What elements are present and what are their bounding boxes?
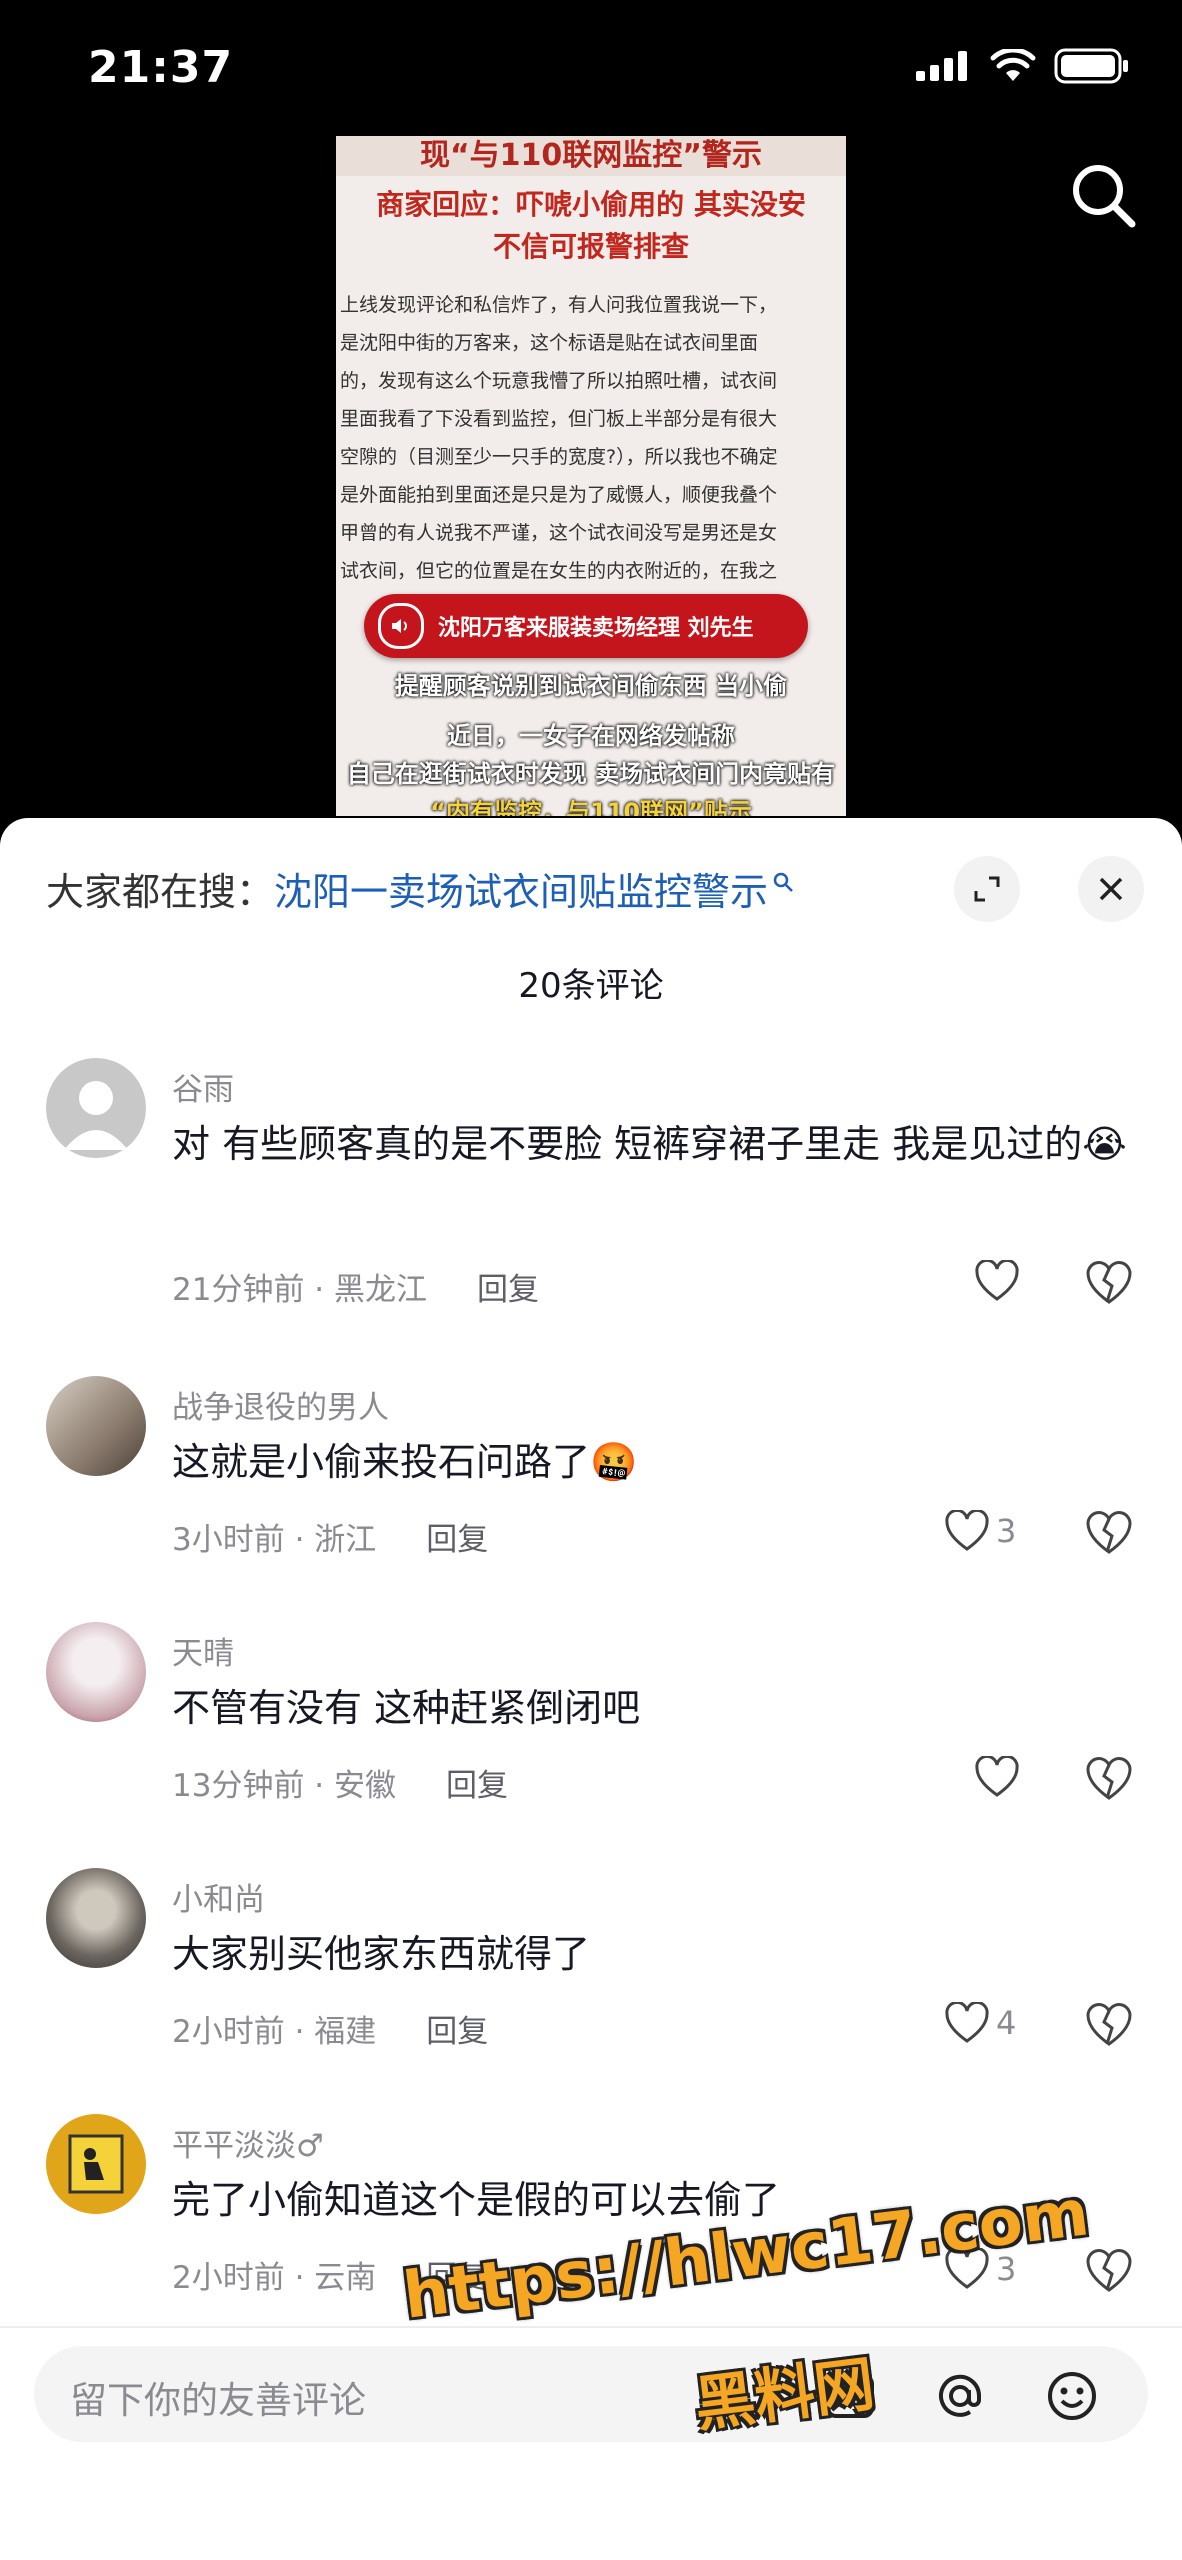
avatar[interactable] — [46, 1376, 146, 1476]
video-text-line: 上线发现评论和私信炸了，有人问我位置我说一下， — [340, 294, 778, 316]
video-text-line: 的，发现有这么个玩意我懵了所以拍照吐槽，试衣间 — [340, 370, 778, 392]
speaker-icon — [378, 603, 424, 649]
close-button[interactable] — [1078, 856, 1144, 922]
reply-button[interactable]: 回复 — [426, 2260, 488, 2296]
video-subtitle: 提醒顾客说别到试衣间偷东西 当小偷 — [394, 672, 788, 700]
comment-text: 不管有没有 这种赶紧倒闭吧 — [172, 1686, 641, 1730]
comment-sheet: 大家都在搜： 沈阳一卖场试衣间贴监控警示 20条评论 谷雨 对 有些顾客真的是不… — [0, 818, 1182, 2560]
video-subtitle-highlight: “内有监控，与110联网”贴示 — [430, 798, 752, 816]
comment-time: 13分钟前 — [172, 1768, 305, 1804]
comment-time: 2小时前 — [172, 2014, 285, 2050]
status-icons — [916, 48, 1130, 84]
comment-meta: 2小时前 · 福建 回复 — [172, 2014, 489, 2050]
comment-meta: 21分钟前 · 黑龙江 回复 — [172, 1272, 540, 1308]
wifi-icon — [990, 49, 1036, 81]
like-count: 4 — [996, 2004, 1017, 2042]
search-icon — [773, 872, 793, 892]
expand-button[interactable] — [954, 856, 1020, 922]
video-headline: 现“与110联网监控”警示 — [336, 136, 846, 176]
video-subtitle: 自己在逛街试衣时发现 卖场试衣间门内竟贴有 — [346, 760, 836, 788]
emoji-icon[interactable] — [1044, 2368, 1100, 2424]
speaker-banner: 沈阳万客来服装卖场经理 刘先生 — [364, 594, 808, 658]
heart-icon — [975, 1756, 1019, 1797]
video-text-line: 空隙的（目测至少一只手的宽度?），所以我也不确定 — [340, 446, 778, 468]
like-button[interactable]: 3 — [944, 2248, 1016, 2290]
reply-button[interactable]: 回复 — [426, 2014, 488, 2050]
video-text-line: 里面我看了下没看到监控，但门板上半部分是有很大 — [340, 408, 778, 430]
video-subtitle: 近日，一女子在网络发帖称 — [447, 722, 735, 750]
comment-meta: 13分钟前 · 安徽 回复 — [172, 1768, 509, 1804]
heart-icon — [945, 2002, 989, 2043]
close-icon — [1099, 877, 1123, 901]
video-text-line: 是沈阳中街的万客来，这个标语是贴在试衣间里面 — [340, 332, 759, 354]
like-button[interactable]: 3 — [944, 1510, 1016, 1552]
broken-heart-icon[interactable] — [1084, 2246, 1134, 2296]
cellular-signal-icon — [916, 51, 967, 81]
broken-heart-icon[interactable] — [1084, 1258, 1134, 1308]
comment-region: 黑龙江 — [334, 1272, 428, 1308]
comment-time: 2小时前 — [172, 2260, 285, 2296]
like-count: 3 — [996, 1512, 1017, 1550]
speaker-banner-label: 沈阳万客来服装卖场经理 刘先生 — [438, 616, 754, 641]
like-button[interactable] — [974, 1756, 1026, 1798]
image-icon[interactable] — [822, 2368, 878, 2424]
comment-text: 对 有些顾客真的是不要脸 短裤穿裙子里走 我是见过的😭 — [172, 1122, 1127, 1166]
comment-region: 安徽 — [334, 1768, 397, 1804]
comment-username[interactable]: 小和尚 — [172, 1874, 265, 1919]
trending-search-prefix: 大家都在搜： — [46, 869, 275, 914]
reply-button[interactable]: 回复 — [446, 1768, 508, 1804]
comment-username[interactable]: 天晴 — [172, 1628, 234, 1673]
broken-heart-icon[interactable] — [1084, 1754, 1134, 1804]
comment-time: 3小时前 — [172, 1522, 285, 1558]
avatar[interactable] — [46, 1622, 146, 1722]
heart-icon — [945, 2248, 989, 2289]
comment-region: 福建 — [314, 2014, 377, 2050]
comment-username[interactable]: 平平淡淡♂ — [172, 2120, 324, 2165]
video-text-line: 甲曾的有人说我不严谨，这个试衣间没写是男还是女 — [340, 522, 778, 544]
video-headline-reply: 商家回应：吓唬小偷用的 其实没安 不信可报警排查 — [336, 184, 846, 268]
divider — [0, 2326, 1182, 2328]
video-player[interactable]: 现“与110联网监控”警示 商家回应：吓唬小偷用的 其实没安 不信可报警排查 上… — [336, 136, 846, 816]
trending-search-link[interactable]: 沈阳一卖场试衣间贴监控警示 — [274, 861, 768, 916]
heart-icon — [975, 1260, 1019, 1301]
comment-input[interactable]: 留下你的友善评论 — [34, 2346, 1148, 2442]
video-headline-reply-line: 不信可报警排查 — [492, 230, 689, 263]
comment-username[interactable]: 谷雨 — [172, 1064, 234, 1109]
broken-heart-icon[interactable] — [1084, 2000, 1134, 2050]
like-button[interactable]: 4 — [944, 2002, 1016, 2044]
comment-text: 这就是小偷来投石问路了🤬 — [172, 1440, 638, 1484]
comment-username[interactable]: 战争退役的男人 — [172, 1382, 389, 1427]
battery-icon — [1054, 48, 1128, 84]
avatar[interactable] — [46, 1058, 146, 1158]
comment-text: 完了小偷知道这个是假的可以去偷了 — [172, 2178, 781, 2222]
avatar[interactable] — [46, 2114, 146, 2214]
comment-region: 浙江 — [314, 1522, 377, 1558]
comment-time: 21分钟前 — [172, 1272, 305, 1308]
video-text-line: 试衣间，但它的位置是在女生的内衣附近的，在我之 — [340, 560, 778, 582]
status-bar: 21:37 — [0, 0, 1182, 140]
comment-meta: 3小时前 · 浙江 回复 — [172, 1522, 489, 1558]
heart-icon — [945, 1510, 989, 1551]
video-screenshot-text: 上线发现评论和私信炸了，有人问我位置我说一下， 是沈阳中街的万客来，这个标语是贴… — [336, 286, 840, 590]
mention-icon[interactable] — [932, 2368, 988, 2424]
reply-button[interactable]: 回复 — [477, 1272, 539, 1308]
reply-button[interactable]: 回复 — [426, 1522, 488, 1558]
video-headline-reply-line: 商家回应：吓唬小偷用的 其实没安 — [376, 188, 806, 221]
like-button[interactable] — [974, 1260, 1026, 1302]
comment-meta: 2小时前 · 云南 回复 — [172, 2260, 489, 2296]
like-count: 3 — [996, 2250, 1017, 2288]
status-time: 21:37 — [88, 42, 234, 93]
broken-heart-icon[interactable] — [1084, 1508, 1134, 1558]
search-icon[interactable] — [1068, 160, 1138, 230]
comment-count: 20条评论 — [518, 966, 664, 1006]
comment-input-placeholder: 留下你的友善评论 — [70, 2379, 366, 2422]
video-text-line: 是外面能拍到里面还是只是为了威慑人，顺便我叠个 — [340, 484, 778, 506]
avatar[interactable] — [46, 1868, 146, 1968]
comment-text: 大家别买他家东西就得了 — [172, 1932, 591, 1976]
comment-region: 云南 — [314, 2260, 377, 2296]
trending-search[interactable]: 大家都在搜： 沈阳一卖场试衣间贴监控警示 — [46, 858, 794, 918]
expand-icon — [974, 876, 1000, 902]
